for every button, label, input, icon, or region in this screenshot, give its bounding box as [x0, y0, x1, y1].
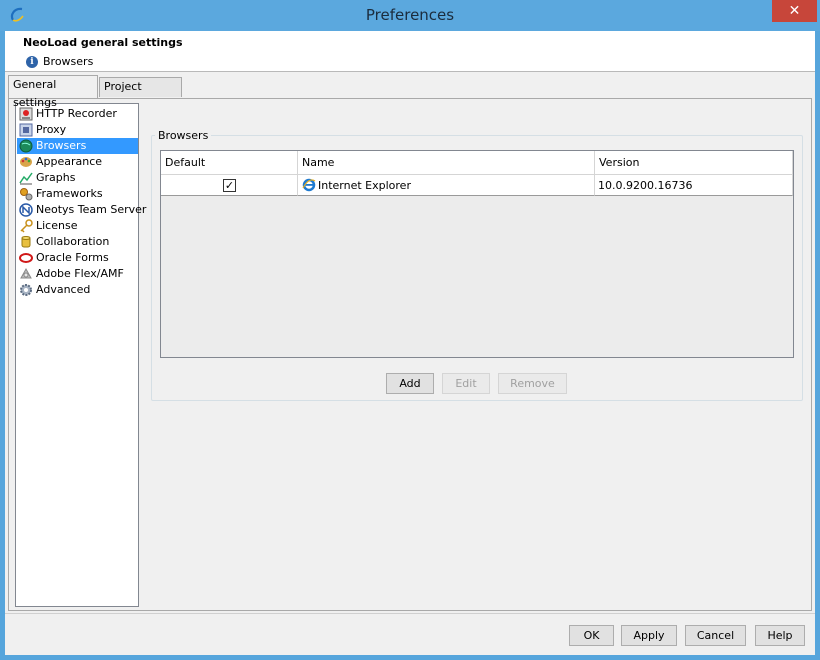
nav-item-license[interactable]: License: [17, 218, 138, 234]
browser-name: Internet Explorer: [318, 179, 411, 192]
nav-item-label: Collaboration: [36, 235, 110, 248]
globe-icon: [19, 139, 33, 153]
settings-nav-list: HTTP Recorder Proxy Browsers Appearance …: [15, 103, 146, 607]
header-panel: NeoLoad general settings i Browsers: [5, 31, 815, 72]
nav-item-browsers[interactable]: Browsers: [17, 138, 138, 154]
proxy-icon: [19, 123, 33, 137]
nav-item-label: License: [36, 219, 78, 232]
header-subtitle: Browsers: [43, 55, 94, 68]
graph-icon: [19, 172, 33, 185]
nav-item-graphs[interactable]: Graphs: [17, 170, 138, 186]
browsers-table[interactable]: Default Name Version ✓ Internet Explorer…: [160, 150, 794, 358]
oracle-icon: [19, 253, 33, 263]
key-icon: [20, 219, 33, 233]
table-cell-name[interactable]: Internet Explorer: [298, 175, 595, 196]
nav-item-collaboration[interactable]: Collaboration: [17, 234, 138, 250]
apply-button[interactable]: Apply: [621, 625, 677, 646]
title-bar[interactable]: Preferences ✕: [0, 0, 820, 31]
nav-item-proxy[interactable]: Proxy: [17, 122, 138, 138]
cancel-button[interactable]: Cancel: [685, 625, 746, 646]
dialog-client: NeoLoad general settings i Browsers Gene…: [5, 31, 815, 655]
team-server-icon: [19, 203, 33, 217]
tab-panel: HTTP Recorder Proxy Browsers Appearance …: [8, 98, 812, 611]
nav-item-label: Proxy: [36, 123, 67, 136]
edit-button[interactable]: Edit: [442, 373, 490, 394]
preferences-window: Preferences ✕ NeoLoad general settings i…: [0, 0, 820, 660]
nav-item-frameworks[interactable]: Frameworks: [17, 186, 138, 202]
ie-icon: [302, 178, 316, 192]
footer-separator: [5, 613, 815, 614]
column-header-name[interactable]: Name: [298, 151, 595, 175]
nav-item-appearance[interactable]: Appearance: [17, 154, 138, 170]
nav-item-label: Neotys Team Server: [36, 203, 147, 216]
nav-item-label: Appearance: [36, 155, 103, 168]
nav-item-advanced[interactable]: Advanced: [17, 282, 138, 298]
nav-item-neotys-team-server[interactable]: Neotys Team Server: [17, 202, 146, 218]
column-header-version[interactable]: Version: [595, 151, 793, 175]
add-button[interactable]: Add: [386, 373, 434, 394]
nav-item-oracle-forms[interactable]: Oracle Forms: [17, 250, 138, 266]
info-icon: i: [26, 56, 38, 68]
tab-project-settings[interactable]: Project settings: [99, 77, 182, 111]
nav-item-label: Oracle Forms: [36, 251, 109, 264]
column-header-default[interactable]: Default: [161, 151, 298, 175]
nav-item-label: Adobe Flex/AMF: [36, 267, 124, 280]
close-button[interactable]: ✕: [772, 0, 817, 22]
gear-icon: [20, 284, 32, 296]
browsers-group-title: Browsers: [155, 129, 212, 142]
help-button[interactable]: Help: [755, 625, 805, 646]
nav-item-adobe-flex-amf[interactable]: Adobe Flex/AMF: [17, 266, 138, 282]
palette-icon: [20, 157, 32, 167]
flex-icon: [20, 267, 32, 279]
ok-button[interactable]: OK: [569, 625, 614, 646]
table-cell-version: 10.0.9200.16736: [595, 175, 793, 196]
tab-general-settings[interactable]: General settings: [8, 75, 98, 109]
database-icon: [21, 236, 31, 248]
window-title: Preferences: [365, 6, 455, 24]
header-title: NeoLoad general settings: [23, 36, 183, 49]
gears-icon: [20, 188, 33, 201]
nav-item-label: Frameworks: [36, 187, 103, 200]
nav-item-label: Graphs: [36, 171, 76, 184]
table-cell-default[interactable]: ✓: [161, 175, 298, 196]
default-checkbox[interactable]: ✓: [223, 179, 236, 192]
remove-button[interactable]: Remove: [498, 373, 567, 394]
nav-item-label: Browsers: [36, 139, 87, 152]
nav-item-label: Advanced: [36, 283, 91, 296]
